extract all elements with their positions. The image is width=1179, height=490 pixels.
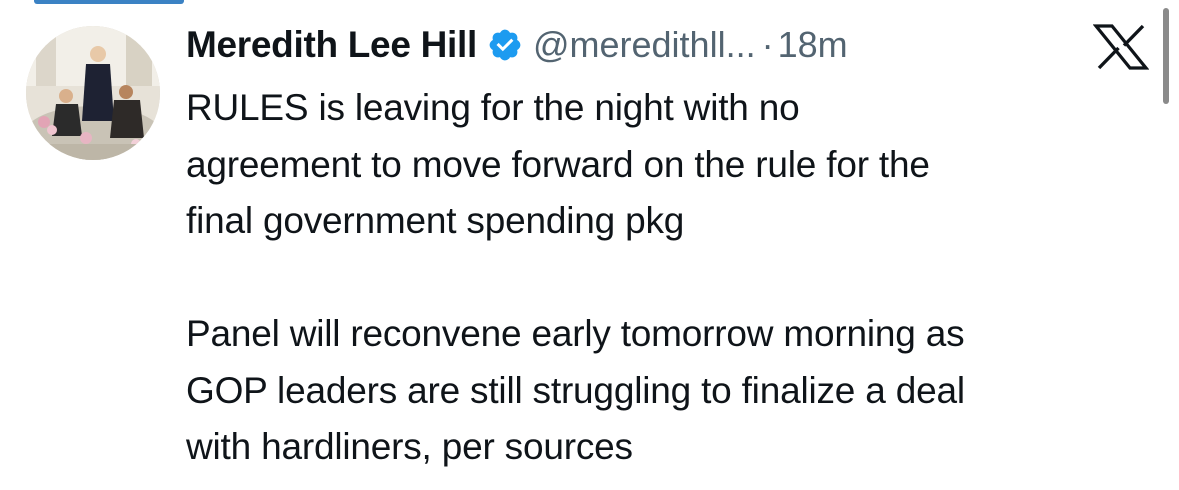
tweet-line: agreement to move forward on the rule fo… bbox=[186, 143, 930, 185]
scrollbar-thumb[interactable] bbox=[1163, 8, 1169, 104]
top-accent-bar bbox=[34, 0, 184, 4]
avatar-photo bbox=[26, 26, 160, 160]
tweet-timestamp[interactable]: 18m bbox=[778, 24, 848, 66]
tweet-line: GOP leaders are still struggling to fina… bbox=[186, 369, 965, 411]
tweet-line: final government spending pkg bbox=[186, 200, 685, 241]
x-logo-icon[interactable] bbox=[1092, 24, 1150, 70]
verified-badge-icon bbox=[487, 27, 523, 63]
avatar[interactable] bbox=[26, 26, 160, 160]
tweet-line: Panel will reconvene early tomorrow morn… bbox=[186, 313, 965, 354]
tweet-header: Meredith Lee Hill @meredithll... · 18m bbox=[186, 20, 848, 70]
meta-separator: · bbox=[761, 24, 774, 65]
tweet-line: RULES is leaving for the night with no bbox=[186, 87, 800, 128]
author-handle[interactable]: @meredithll... bbox=[533, 24, 756, 66]
tweet-paragraph-gap bbox=[186, 250, 1161, 307]
author-name[interactable]: Meredith Lee Hill bbox=[186, 24, 477, 66]
tweet-line: with hardliners, per sources bbox=[186, 426, 633, 467]
tweet-body: RULES is leaving for the night with no a… bbox=[186, 80, 1161, 476]
